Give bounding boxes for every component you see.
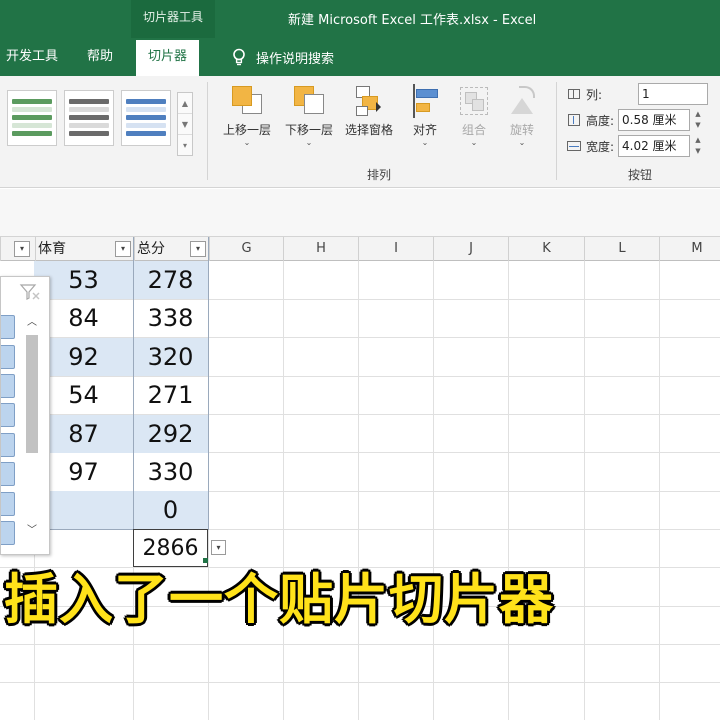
slicer-style-blue[interactable]: [121, 90, 171, 146]
tell-me-search[interactable]: 操作说明搜索: [232, 38, 334, 76]
send-backward-button[interactable]: 下移一层 ⌄: [280, 84, 338, 162]
ribbon-tab-row: 开发工具 帮助 切片器 操作说明搜索: [0, 38, 720, 76]
width-input[interactable]: 4.02 厘米: [618, 135, 690, 157]
gallery-up-icon[interactable]: ▲: [178, 93, 192, 114]
ribbon-panel: ▲ ▼ ▾ 上移一层 ⌄ 下移一层 ⌄ 选择窗格 对齐 ⌄ 组合 ⌄ 旋转 ⌄ …: [0, 76, 720, 188]
slicer-item[interactable]: [1, 462, 15, 486]
rotate-icon: [505, 84, 539, 118]
selection-pane-icon: [352, 84, 386, 118]
cell-total[interactable]: 278: [133, 261, 208, 299]
slicer-styles-gallery: ▲ ▼ ▾: [0, 86, 195, 158]
chevron-down-icon: ⌄: [243, 138, 251, 147]
slicer-style-green[interactable]: [7, 90, 57, 146]
ribbon-separator: [556, 82, 557, 180]
tab-slicer[interactable]: 切片器: [136, 38, 200, 76]
cell-total[interactable]: 320: [133, 338, 208, 376]
tab-developer[interactable]: 开发工具: [6, 38, 58, 76]
selection-pane-button[interactable]: 选择窗格: [340, 84, 398, 162]
clear-filter-icon[interactable]: [19, 282, 41, 302]
columns-icon: [566, 87, 584, 101]
bring-forward-label: 上移一层: [222, 123, 271, 137]
align-icon: [408, 84, 442, 118]
chevron-up-icon[interactable]: ︿: [22, 315, 42, 331]
height-field: 高度: 0.58 厘米 ▲ ▼: [566, 108, 704, 132]
selection-pane-label: 选择窗格: [344, 123, 393, 137]
button-width-icon: [566, 139, 584, 153]
tab-help[interactable]: 帮助: [87, 38, 113, 76]
slicer-item[interactable]: [1, 345, 15, 369]
group-button[interactable]: 组合 ⌄: [452, 84, 496, 162]
width-label: 宽度:: [586, 139, 615, 154]
height-input[interactable]: 0.58 厘米: [618, 109, 690, 131]
table-header-total-label: 总分: [137, 241, 165, 257]
table-column-border: [208, 237, 209, 529]
bring-forward-icon: [230, 84, 264, 118]
chevron-down-icon: ⌄: [305, 138, 313, 147]
formula-bar-area: [0, 189, 720, 237]
gallery-scroll[interactable]: ▲ ▼ ▾: [177, 92, 193, 156]
cell-total[interactable]: 292: [133, 415, 208, 453]
gallery-down-icon[interactable]: ▼: [178, 114, 192, 135]
column-header-J[interactable]: J: [433, 237, 508, 261]
chevron-down-icon: ⌄: [518, 138, 526, 147]
document-title: 新建 Microsoft Excel 工作表.xlsx - Excel: [288, 13, 537, 28]
arrange-group-label: 排列: [367, 168, 392, 182]
filter-dropdown-button[interactable]: ▾: [115, 241, 131, 257]
video-caption: 插入了一个贴片切片器: [4, 568, 554, 631]
slicer-item[interactable]: [1, 374, 15, 398]
table-header-sports-label: 体育: [38, 241, 66, 257]
buttons-group-label: 按钮: [628, 168, 653, 182]
slicer-item[interactable]: [1, 433, 15, 457]
rotate-button[interactable]: 旋转 ⌄: [500, 84, 544, 162]
filter-dropdown-button[interactable]: ▾: [14, 241, 30, 257]
filter-dropdown-button[interactable]: ▾: [190, 241, 206, 257]
title-bar: 切片器工具 新建 Microsoft Excel 工作表.xlsx - Exce…: [0, 0, 720, 38]
send-backward-label: 下移一层: [284, 123, 333, 137]
columns-input[interactable]: 1: [638, 83, 708, 105]
cell-total-sum[interactable]: 2866: [133, 529, 208, 567]
columns-field: 列: 1: [566, 82, 708, 106]
send-backward-icon: [292, 84, 326, 118]
slicer-item[interactable]: [1, 521, 15, 545]
width-field: 宽度: 4.02 厘米 ▲ ▼: [566, 134, 704, 158]
slicer-tools-context-label: 切片器工具: [131, 0, 215, 38]
column-header-G[interactable]: G: [209, 237, 283, 261]
slicer-item[interactable]: [1, 492, 15, 516]
width-spinner[interactable]: ▲ ▼: [692, 135, 704, 157]
total-row-dropdown-button[interactable]: ▾: [211, 540, 226, 555]
chevron-down-icon[interactable]: ﹀: [22, 523, 42, 539]
group-icon: [457, 84, 491, 118]
slicer-style-gray[interactable]: [64, 90, 114, 146]
fill-handle[interactable]: [203, 558, 208, 563]
ribbon-separator: [207, 82, 208, 180]
bring-forward-button[interactable]: 上移一层 ⌄: [218, 84, 276, 162]
column-header-M[interactable]: M: [659, 237, 720, 261]
column-header-I[interactable]: I: [358, 237, 433, 261]
tell-me-label: 操作说明搜索: [256, 51, 335, 67]
rotate-label: 旋转: [509, 123, 534, 137]
height-spinner[interactable]: ▲ ▼: [692, 109, 704, 131]
column-header-K[interactable]: K: [508, 237, 584, 261]
slicer-panel[interactable]: ︿ ﹀: [0, 276, 50, 555]
cell-total[interactable]: 338: [133, 299, 208, 337]
button-height-icon: [566, 113, 584, 127]
lightbulb-icon: [232, 48, 246, 66]
columns-label: 列:: [586, 87, 603, 102]
column-header-L[interactable]: L: [584, 237, 659, 261]
gallery-more-icon[interactable]: ▾: [178, 135, 192, 156]
align-button[interactable]: 对齐 ⌄: [402, 84, 448, 162]
column-header-H[interactable]: H: [283, 237, 358, 261]
slicer-scroll-thumb[interactable]: [26, 335, 38, 453]
chevron-down-icon: ⌄: [470, 138, 478, 147]
slicer-item[interactable]: [1, 403, 15, 427]
height-label: 高度:: [586, 113, 615, 128]
group-label: 组合: [461, 123, 486, 137]
slicer-scrollbar[interactable]: ︿ ﹀: [22, 313, 42, 543]
cell-total[interactable]: 330: [133, 453, 208, 491]
slicer-item[interactable]: [1, 315, 15, 339]
align-label: 对齐: [412, 123, 437, 137]
cell-total[interactable]: 271: [133, 376, 208, 414]
chevron-down-icon: ⌄: [421, 138, 429, 147]
cell-total[interactable]: 0: [133, 491, 208, 529]
